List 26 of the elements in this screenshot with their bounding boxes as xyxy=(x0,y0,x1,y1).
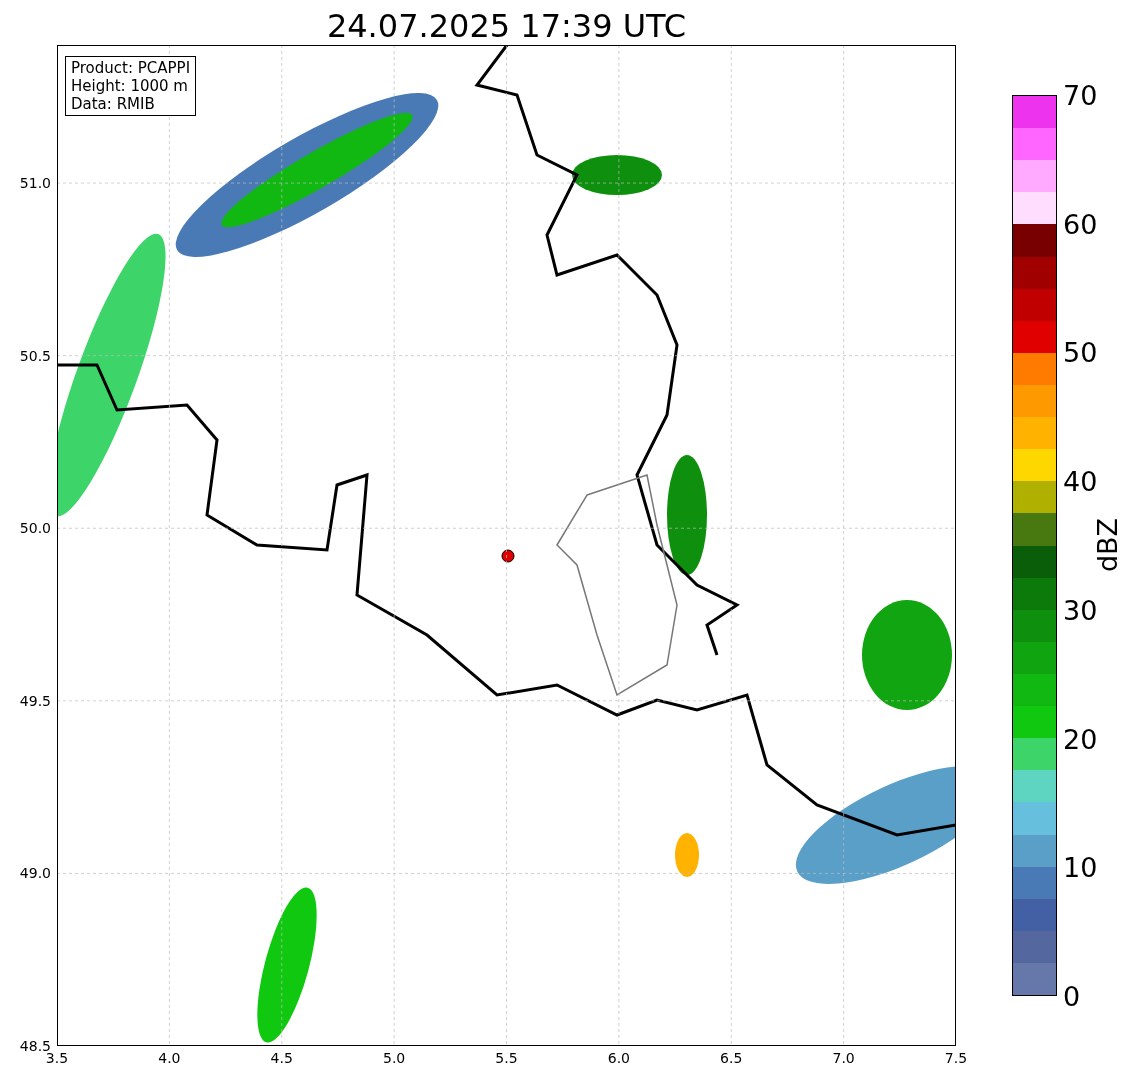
colorbar-tick-label: 10 xyxy=(1063,851,1098,883)
y-tick-label: 51.0 xyxy=(19,175,51,192)
x-tick-label: 7.5 xyxy=(944,1050,968,1066)
colorbar-tick-label: 30 xyxy=(1063,594,1098,626)
info-text: Data: RMIB xyxy=(71,95,156,113)
x-tick-label: 6.5 xyxy=(720,1050,743,1066)
x-tick-label: 5.0 xyxy=(383,1050,406,1066)
colorbar-tick-label: 70 xyxy=(1063,79,1098,111)
x-tick-label: 5.5 xyxy=(495,1050,518,1066)
info-text: Height: 1000 m xyxy=(71,77,189,95)
plot-title: 24.07.2025 17:39 UTC xyxy=(325,6,688,45)
y-tick-label: 50.0 xyxy=(19,520,51,537)
colorbar-tick-label: 40 xyxy=(1063,465,1098,497)
y-tick-label: 50.5 xyxy=(19,347,51,364)
colorbar-label: dBZ xyxy=(1091,517,1123,573)
colorbar-tick-label: 50 xyxy=(1063,336,1098,368)
colorbar-tick-label: 20 xyxy=(1063,723,1098,755)
colorbar-tick-label: 60 xyxy=(1063,208,1098,240)
y-tick-label: 49.0 xyxy=(19,865,51,882)
x-tick-label: 6.0 xyxy=(607,1050,630,1066)
y-tick-label: 49.5 xyxy=(19,692,51,709)
x-tick-label: 4.5 xyxy=(270,1050,293,1066)
x-tick-label: 4.0 xyxy=(158,1050,181,1066)
colorbar-tick-label: 0 xyxy=(1063,980,1081,1012)
info-text: Product: PCAPPI xyxy=(71,59,191,77)
x-tick-label: 7.0 xyxy=(832,1050,855,1066)
